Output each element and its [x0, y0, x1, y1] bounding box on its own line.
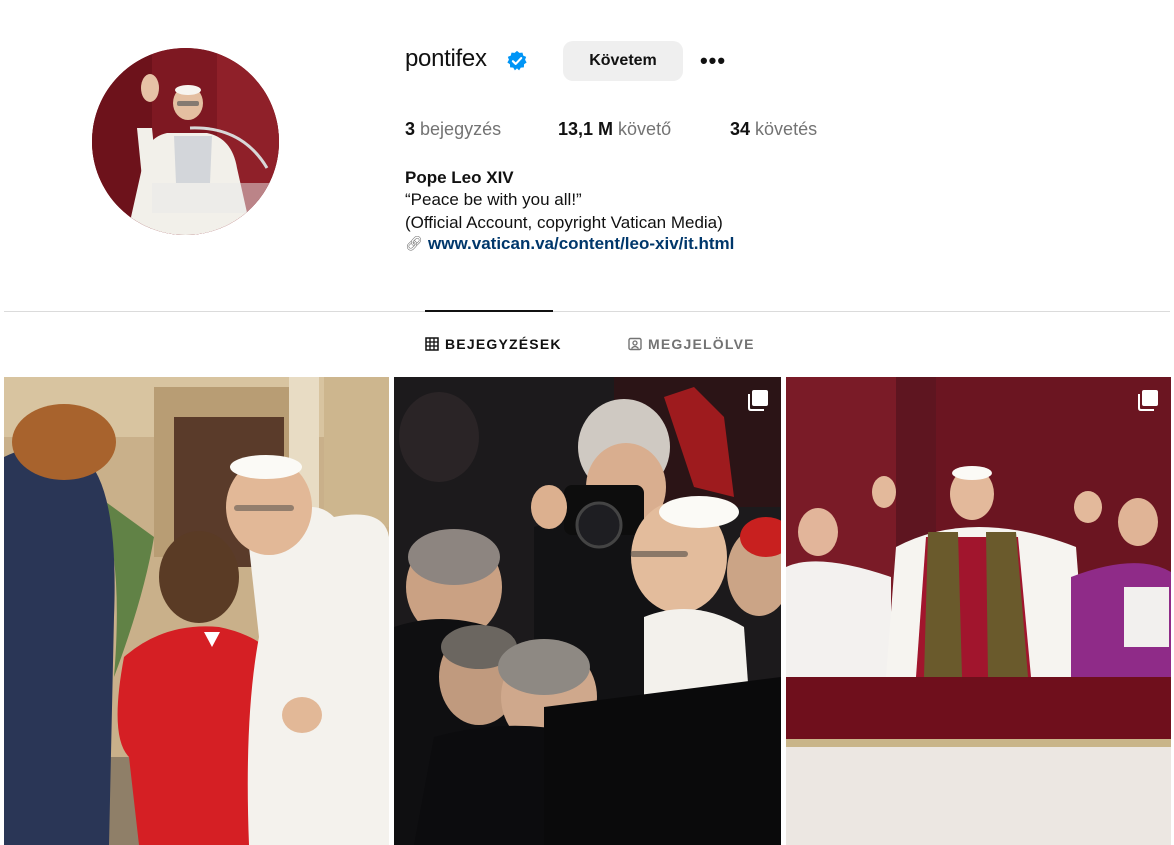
post-image-3	[786, 377, 1171, 845]
multiple-posts-icon	[748, 390, 768, 411]
bio-name: Pope Leo XIV	[405, 168, 514, 187]
profile-username: pontifex	[405, 45, 487, 72]
bio-website-link[interactable]: 🔗︎ www.vatican.va/content/leo-xiv/it.html	[405, 234, 734, 254]
followers-stat[interactable]: 13,1 M követő	[558, 119, 671, 140]
following-stat[interactable]: 34 követés	[730, 119, 817, 140]
following-count: 34	[730, 119, 751, 139]
post-thumbnail-2[interactable]	[394, 377, 781, 845]
post-image-1	[4, 377, 389, 845]
post-image-2	[394, 377, 781, 845]
followers-count: 13,1 M	[558, 119, 614, 139]
bio-link-text: www.vatican.va/content/leo-xiv/it.html	[428, 234, 735, 253]
grid-icon	[425, 337, 439, 351]
tabs-divider	[4, 311, 1170, 312]
following-label: követés	[755, 119, 818, 139]
bio-line-copyright: (Official Account, copyright Vatican Med…	[405, 213, 723, 232]
following-button[interactable]: Követem	[563, 41, 683, 81]
link-icon: 🔗︎	[405, 235, 423, 251]
multiple-posts-icon	[1138, 390, 1158, 411]
tab-posts[interactable]: BEJEGYZÉSEK	[425, 336, 562, 352]
tab-tagged-label: MEGJELÖLVE	[648, 336, 755, 352]
posts-label: bejegyzés	[420, 119, 502, 139]
profile-avatar[interactable]	[92, 48, 279, 235]
bio-line-quote: “Peace be with you all!”	[405, 190, 582, 209]
tab-tagged[interactable]: MEGJELÖLVE	[628, 336, 755, 352]
followers-label: követő	[618, 119, 672, 139]
avatar-photo	[92, 48, 279, 235]
posts-count: 3	[405, 119, 416, 139]
verified-badge-icon	[507, 50, 527, 71]
post-thumbnail-3[interactable]	[786, 377, 1171, 845]
active-tab-indicator	[425, 310, 553, 312]
posts-stat: 3 bejegyzés	[405, 119, 501, 140]
more-options-icon[interactable]: •••	[694, 46, 732, 76]
post-thumbnail-1[interactable]	[4, 377, 389, 845]
tab-posts-label: BEJEGYZÉSEK	[445, 336, 562, 352]
tagged-icon	[628, 337, 642, 351]
